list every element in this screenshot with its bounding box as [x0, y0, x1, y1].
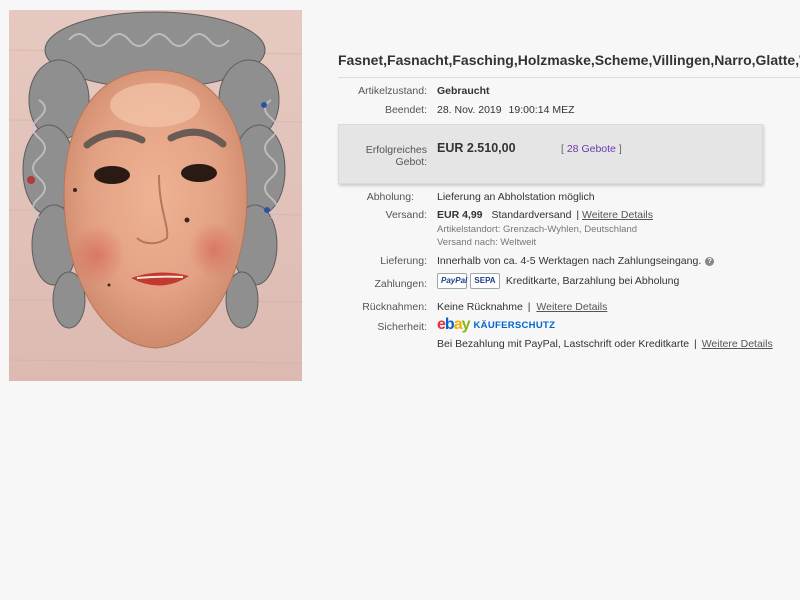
- returns-details-link[interactable]: Weitere Details: [536, 301, 607, 313]
- winning-bid-amount: EUR 2.510,00: [437, 141, 516, 155]
- winning-bid-label: Erfolgreiches Gebot:: [365, 144, 427, 168]
- shipping-price: EUR 4,99: [437, 209, 483, 221]
- returns-text: Keine Rücknahme: [437, 301, 523, 313]
- security-note: Bei Bezahlung mit PayPal, Lastschrift od…: [437, 338, 773, 350]
- bid-count-open-bracket: [: [561, 143, 564, 155]
- condition-label: Artikelzustand:: [358, 85, 427, 97]
- delivery-text: Innerhalb von ca. 4-5 Werktagen nach Zah…: [437, 255, 702, 267]
- ended-label: Beendet:: [384, 104, 427, 116]
- bid-count-close-bracket: ]: [618, 143, 622, 155]
- sepa-icon: SEPA: [470, 273, 500, 289]
- pickup-label: Abholung:: [366, 191, 414, 203]
- winning-bid-box: Erfolgreiches Gebot: EUR 2.510,00 [ 28 G…: [338, 124, 763, 184]
- shipping-label: Versand:: [385, 209, 427, 221]
- paypal-icon: PayPal: [437, 273, 467, 289]
- delivery-label: Lieferung:: [380, 255, 427, 267]
- payments-text: Kreditkarte, Barzahlung bei Abholung: [505, 275, 680, 287]
- bid-count: [ 28 Gebote ]: [561, 143, 622, 155]
- ships-to: Versand nach: Weltweit: [437, 237, 537, 248]
- payments-value: PayPal SEPA Kreditkarte, Barzahlung bei A…: [437, 273, 679, 289]
- listing-page: Fasnet,Fasnacht,Fasching,Holzmaske,Schem…: [0, 0, 800, 600]
- help-icon[interactable]: ?: [705, 257, 715, 266]
- ended-value: 28. Nov. 2019 19:00:14 MEZ: [437, 104, 574, 116]
- item-location: Artikelstandort: Grenzach-Wyhlen, Deutsc…: [437, 224, 638, 235]
- buyer-protection-label: KÄUFERSCHUTZ: [473, 319, 556, 331]
- ended-date: 28. Nov. 2019: [437, 104, 502, 116]
- condition-value: Gebraucht: [437, 85, 490, 97]
- shipping-method: Standardversand: [491, 209, 572, 221]
- security-value: ebay KÄUFERSCHUTZ: [437, 316, 555, 334]
- item-title: Fasnet,Fasnacht,Fasching,Holzmaske,Schem…: [338, 52, 800, 68]
- returns-value: Keine Rücknahme | Weitere Details: [437, 301, 607, 313]
- shipping-details-link[interactable]: Weitere Details: [582, 209, 653, 221]
- bid-count-link[interactable]: 28 Gebote: [567, 143, 616, 155]
- returns-separator: |: [527, 301, 531, 313]
- mask-photo: [9, 10, 302, 381]
- ended-time: 19:00:14 MEZ: [508, 104, 575, 116]
- returns-label: Rücknahmen:: [362, 301, 427, 313]
- security-label: Sicherheit:: [377, 321, 427, 333]
- security-separator: |: [694, 338, 697, 350]
- shipping-separator: |: [576, 209, 580, 221]
- item-image[interactable]: [9, 10, 302, 381]
- ebay-logo-icon: ebay: [437, 316, 470, 333]
- title-divider: [338, 77, 800, 78]
- payments-label: Zahlungen:: [374, 278, 427, 290]
- pickup-value: Lieferung an Abholstation möglich: [437, 191, 595, 203]
- shipping-value: EUR 4,99 Standardversand | Weitere Detai…: [437, 209, 653, 221]
- security-details-link[interactable]: Weitere Details: [702, 338, 773, 350]
- security-note-text: Bei Bezahlung mit PayPal, Lastschrift od…: [437, 338, 690, 350]
- delivery-value: Innerhalb von ca. 4-5 Werktagen nach Zah…: [437, 255, 715, 267]
